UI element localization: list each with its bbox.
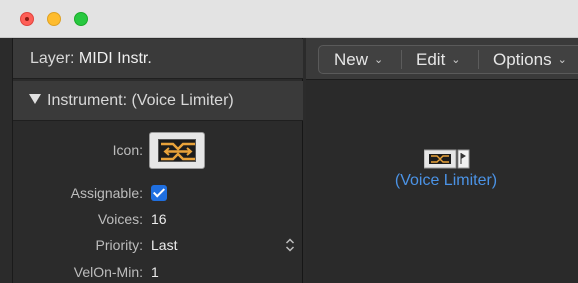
- environment-canvas[interactable]: New ⌄ Edit ⌄ Options ⌄ (Voice Limiter): [306, 38, 578, 283]
- assignable-checkbox[interactable]: [151, 185, 167, 201]
- priority-label: Priority:: [95, 237, 143, 253]
- instrument-name: (Voice Limiter): [131, 92, 234, 109]
- minimize-button[interactable]: [47, 12, 61, 26]
- icon-label: Icon:: [112, 142, 143, 158]
- velon-min-value[interactable]: 1: [151, 264, 159, 280]
- instrument-label: Instrument:: [47, 92, 128, 109]
- options-menu-label: Options: [493, 50, 552, 69]
- zoom-button[interactable]: [74, 12, 88, 26]
- layer-value: MIDI Instr.: [78, 50, 152, 67]
- edit-menu-label: Edit: [416, 50, 446, 69]
- icon-well-button[interactable]: [149, 132, 205, 169]
- app-window: Layer: MIDI Instr. Instrument: (Voice Li…: [0, 0, 578, 283]
- voice-limiter-object[interactable]: [423, 149, 470, 169]
- chevron-down-icon: ⌄: [557, 54, 567, 66]
- menu-button-group: New ⌄ Edit ⌄ Options ⌄: [318, 45, 578, 74]
- title-bar: [0, 0, 578, 38]
- layer-label: Layer:: [30, 50, 75, 67]
- chevron-down-icon: ⌄: [374, 54, 384, 66]
- object-name-label[interactable]: (Voice Limiter): [366, 172, 526, 190]
- voices-value[interactable]: 16: [151, 211, 167, 227]
- new-menu-label: New: [334, 50, 369, 69]
- inspector-panel: Layer: MIDI Instr. Instrument: (Voice Li…: [12, 38, 303, 283]
- instrument-disclosure-row[interactable]: Instrument: (Voice Limiter): [13, 81, 303, 121]
- disclosure-triangle-icon[interactable]: [29, 94, 41, 105]
- close-button[interactable]: [20, 12, 34, 26]
- up-down-stepper-icon[interactable]: [285, 237, 295, 253]
- assignable-label: Assignable:: [70, 185, 143, 201]
- options-menu-button[interactable]: Options ⌄: [478, 46, 567, 73]
- layer-row[interactable]: Layer: MIDI Instr.: [13, 39, 303, 79]
- new-menu-button[interactable]: New ⌄: [319, 46, 383, 73]
- priority-value[interactable]: Last: [151, 237, 177, 253]
- chevron-down-icon: ⌄: [451, 54, 461, 66]
- velon-min-label: VelOn-Min:: [73, 264, 143, 280]
- toolbar: New ⌄ Edit ⌄ Options ⌄: [306, 38, 578, 80]
- voice-limiter-icon: [158, 139, 196, 162]
- edit-menu-button[interactable]: Edit ⌄: [401, 46, 461, 73]
- voices-label: Voices:: [97, 211, 143, 227]
